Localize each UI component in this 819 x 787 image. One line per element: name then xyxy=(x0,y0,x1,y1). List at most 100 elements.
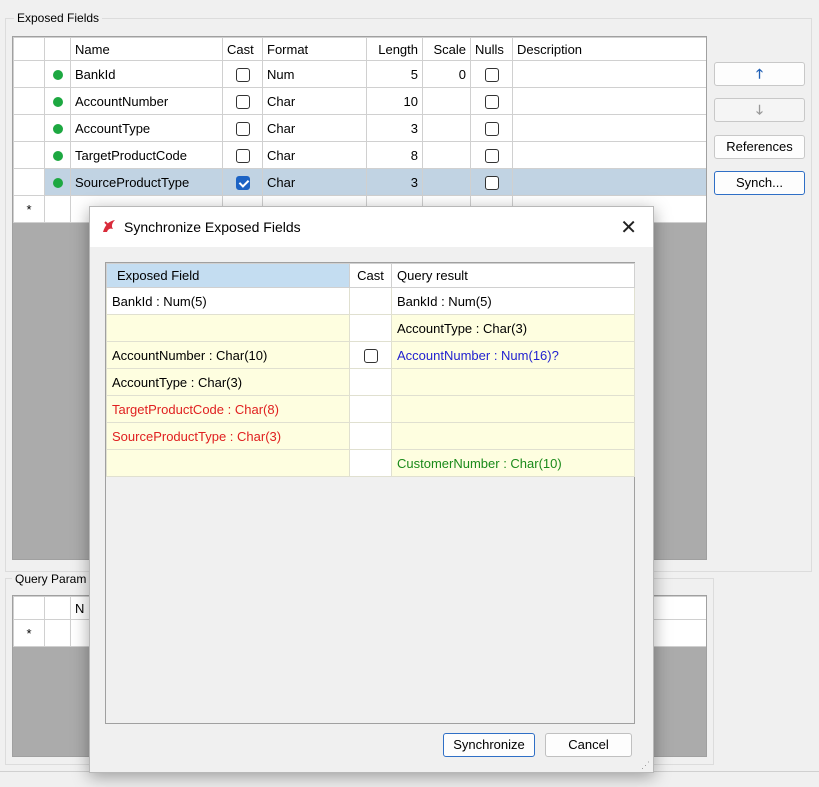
sync-cast-checkbox[interactable] xyxy=(363,348,378,363)
description-cell[interactable] xyxy=(512,141,706,169)
format-cell[interactable]: Char xyxy=(262,114,367,142)
sync-cast-cell[interactable] xyxy=(349,395,392,423)
nulls-cell[interactable] xyxy=(470,60,513,88)
nulls-cell[interactable] xyxy=(470,141,513,169)
table-row[interactable]: AccountNumber Char 10 xyxy=(13,87,706,115)
cast-checkbox[interactable] xyxy=(235,121,250,136)
query-result-cell[interactable]: CustomerNumber : Char(10) xyxy=(391,449,635,477)
move-up-button[interactable]: 🡑 xyxy=(714,62,805,86)
move-down-button[interactable]: 🡓 xyxy=(714,98,805,122)
sync-row[interactable]: CustomerNumber : Char(10) xyxy=(106,449,635,477)
sync-cast-cell[interactable] xyxy=(349,449,392,477)
exposed-field-cell[interactable] xyxy=(106,449,350,477)
sync-row[interactable]: AccountType : Char(3) xyxy=(106,314,635,342)
row-header[interactable] xyxy=(13,87,45,115)
cast-cell[interactable] xyxy=(222,168,263,196)
sync-col-header-exposed[interactable]: Exposed Field xyxy=(106,263,350,288)
table-row[interactable]: TargetProductCode Char 8 xyxy=(13,141,706,169)
sync-col-header-query[interactable]: Query result xyxy=(391,263,635,288)
table-row[interactable]: AccountType Char 3 xyxy=(13,114,706,142)
cell[interactable] xyxy=(44,619,71,647)
resize-grip-icon[interactable]: ⋰ xyxy=(641,760,651,770)
sync-cast-cell[interactable] xyxy=(349,422,392,450)
query-result-cell[interactable] xyxy=(391,395,635,423)
nulls-checkbox[interactable] xyxy=(484,175,499,190)
exposed-field-cell[interactable] xyxy=(106,314,350,342)
col-header-scale[interactable]: Scale xyxy=(422,37,471,61)
scale-cell[interactable]: 0 xyxy=(422,60,471,88)
col-header-length[interactable]: Length xyxy=(366,37,423,61)
length-cell[interactable]: 3 xyxy=(366,168,423,196)
sync-cast-cell[interactable] xyxy=(349,287,392,315)
format-cell[interactable]: Char xyxy=(262,168,367,196)
length-cell[interactable]: 3 xyxy=(366,114,423,142)
row-header[interactable] xyxy=(13,114,45,142)
col-header-cast[interactable]: Cast xyxy=(222,37,263,61)
nulls-checkbox[interactable] xyxy=(484,148,499,163)
scale-cell[interactable] xyxy=(422,141,471,169)
sync-row[interactable]: BankId : Num(5) BankId : Num(5) xyxy=(106,287,635,315)
col-header-name[interactable]: Name xyxy=(70,37,223,61)
col-header-description[interactable]: Description xyxy=(512,37,706,61)
dialog-titlebar[interactable]: Synchronize Exposed Fields ✕ xyxy=(90,207,653,247)
format-cell[interactable]: Char xyxy=(262,141,367,169)
sync-col-header-cast[interactable]: Cast xyxy=(349,263,392,288)
description-cell[interactable] xyxy=(512,87,706,115)
sync-cast-cell[interactable] xyxy=(349,341,392,369)
nulls-checkbox[interactable] xyxy=(484,121,499,136)
cast-checkbox[interactable] xyxy=(235,94,250,109)
nulls-cell[interactable] xyxy=(470,87,513,115)
cast-checkbox[interactable] xyxy=(235,148,250,163)
cast-cell[interactable] xyxy=(222,60,263,88)
sync-row[interactable]: SourceProductType : Char(3) xyxy=(106,422,635,450)
exposed-field-cell[interactable]: BankId : Num(5) xyxy=(106,287,350,315)
name-cell[interactable]: TargetProductCode xyxy=(70,141,223,169)
cell[interactable] xyxy=(44,195,71,223)
sync-row[interactable]: TargetProductCode : Char(8) xyxy=(106,395,635,423)
close-icon[interactable]: ✕ xyxy=(620,215,637,240)
row-header[interactable] xyxy=(13,168,45,196)
sync-row[interactable]: AccountType : Char(3) xyxy=(106,368,635,396)
scale-cell[interactable] xyxy=(422,168,471,196)
cast-cell[interactable] xyxy=(222,141,263,169)
query-result-cell[interactable]: AccountNumber : Num(16)? xyxy=(391,341,635,369)
sync-grid[interactable]: Exposed Field Cast Query result BankId :… xyxy=(105,262,635,724)
scale-cell[interactable] xyxy=(422,114,471,142)
length-cell[interactable]: 5 xyxy=(366,60,423,88)
name-cell[interactable]: AccountNumber xyxy=(70,87,223,115)
query-result-cell[interactable] xyxy=(391,422,635,450)
name-cell[interactable]: BankId xyxy=(70,60,223,88)
description-cell[interactable] xyxy=(512,114,706,142)
name-cell[interactable]: SourceProductType xyxy=(70,168,223,196)
description-cell[interactable] xyxy=(512,60,706,88)
col-header-nulls[interactable]: Nulls xyxy=(470,37,513,61)
name-cell[interactable]: AccountType xyxy=(70,114,223,142)
format-cell[interactable]: Char xyxy=(262,87,367,115)
exposed-field-cell[interactable]: AccountNumber : Char(10) xyxy=(106,341,350,369)
query-result-cell[interactable] xyxy=(391,368,635,396)
table-row[interactable]: BankId Num 5 0 xyxy=(13,60,706,88)
query-result-cell[interactable]: AccountType : Char(3) xyxy=(391,314,635,342)
format-cell[interactable]: Num xyxy=(262,60,367,88)
row-header[interactable] xyxy=(13,141,45,169)
sync-cast-cell[interactable] xyxy=(349,314,392,342)
col-header-format[interactable]: Format xyxy=(262,37,367,61)
cast-checkbox[interactable] xyxy=(235,67,250,82)
table-row[interactable]: SourceProductType Char 3 xyxy=(13,168,706,196)
query-result-cell[interactable]: BankId : Num(5) xyxy=(391,287,635,315)
references-button[interactable]: References xyxy=(714,135,805,159)
exposed-field-cell[interactable]: AccountType : Char(3) xyxy=(106,368,350,396)
description-cell[interactable] xyxy=(512,168,706,196)
exposed-field-cell[interactable]: TargetProductCode : Char(8) xyxy=(106,395,350,423)
sync-cast-cell[interactable] xyxy=(349,368,392,396)
cast-checkbox[interactable] xyxy=(235,175,250,190)
length-cell[interactable]: 8 xyxy=(366,141,423,169)
scale-cell[interactable] xyxy=(422,87,471,115)
cast-cell[interactable] xyxy=(222,87,263,115)
nulls-checkbox[interactable] xyxy=(484,94,499,109)
synch-button[interactable]: Synch... xyxy=(714,171,805,195)
nulls-cell[interactable] xyxy=(470,168,513,196)
length-cell[interactable]: 10 xyxy=(366,87,423,115)
cancel-button[interactable]: Cancel xyxy=(545,733,632,757)
synchronize-button[interactable]: Synchronize xyxy=(443,733,535,757)
